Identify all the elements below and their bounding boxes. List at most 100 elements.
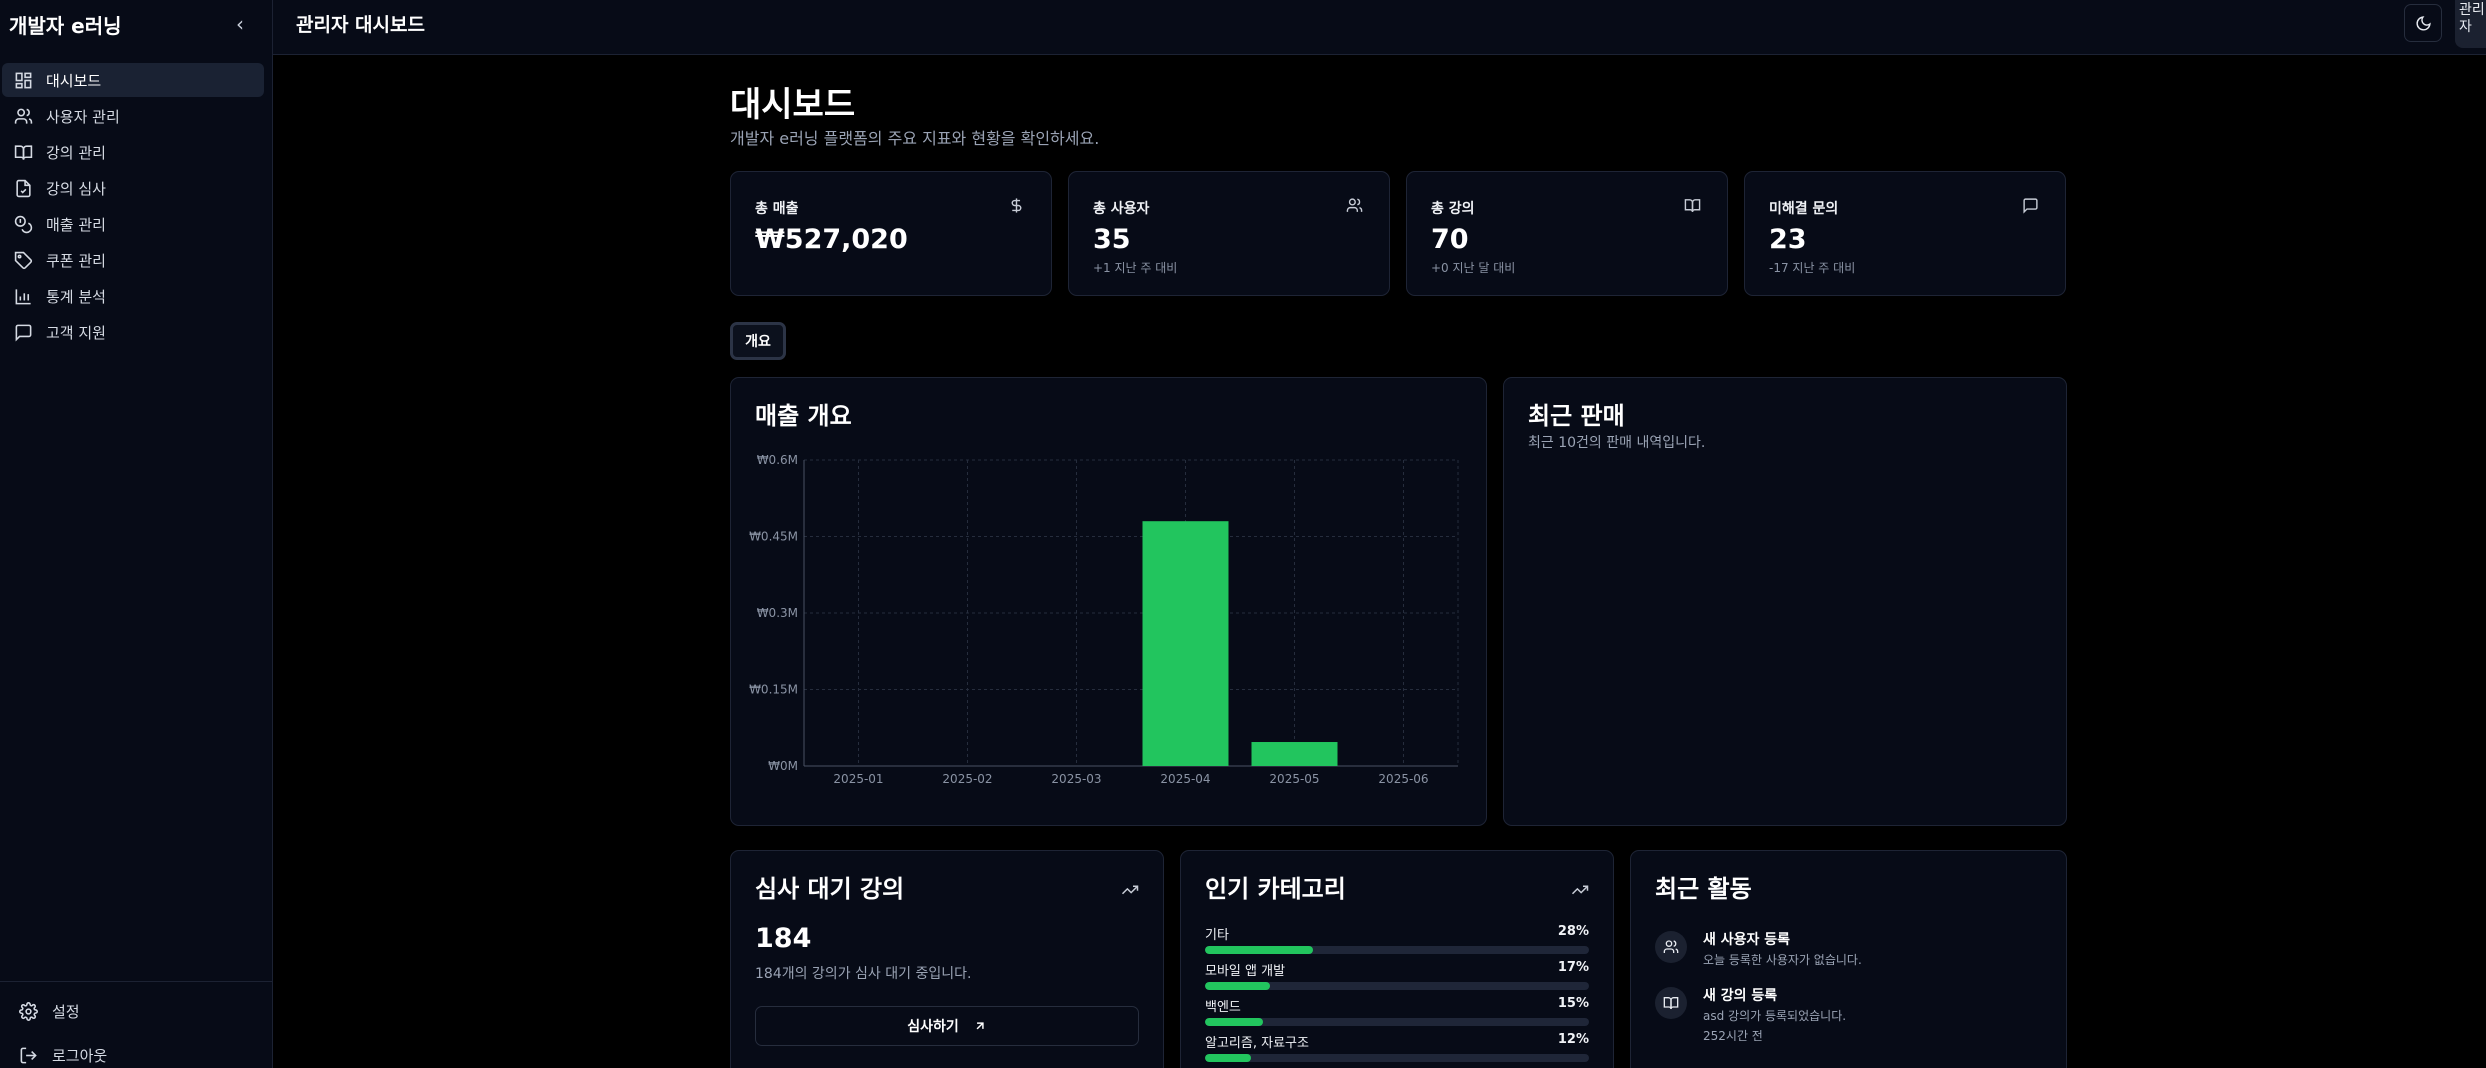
stat-label: 미해결 문의: [1769, 201, 1839, 217]
sidebar-item-label: 강의 관리: [46, 143, 106, 162]
category-progress-track: [1205, 1054, 1589, 1062]
trending-up-icon: [1571, 885, 1589, 895]
tab-overview[interactable]: 개요: [730, 322, 786, 360]
logout-link[interactable]: 로그아웃: [19, 1040, 272, 1068]
pending-review-count: 184: [755, 923, 812, 954]
stat-label: 총 강의: [1431, 201, 1475, 217]
sidebar-nav: 대시보드 사용자 관리 강의 관리 강의 심사 매출 관리 쿠폰 관리 통계 분…: [0, 48, 272, 349]
pending-review-title: 심사 대기 강의: [755, 875, 905, 903]
recent-sales-title: 최근 판매: [1528, 402, 1625, 430]
recent-sales-card: 최근 판매 최근 10건의 판매 내역입니다.: [1503, 377, 2067, 826]
stat-value: 35: [1093, 224, 1131, 255]
sidebar-item-sales[interactable]: 매출 관리: [2, 207, 264, 241]
category-row: 알고리즘, 자료구조 12%: [1205, 1032, 1589, 1062]
sidebar-item-course-review[interactable]: 강의 심사: [2, 171, 264, 205]
review-button[interactable]: 심사하기: [755, 1006, 1139, 1046]
stat-card-courses: 총 강의 70 +0 지난 달 대비: [1406, 171, 1728, 296]
sidebar-item-label: 쿠폰 관리: [46, 251, 106, 270]
category-name: 알고리즘, 자료구조: [1205, 1036, 1309, 1051]
y-tick-label: ₩0.6M: [757, 453, 798, 467]
category-name: 백엔드: [1205, 1000, 1241, 1015]
book-icon: [1663, 997, 1679, 1010]
header-title: 관리자 대시보드: [296, 14, 425, 36]
category-row: 백엔드 15%: [1205, 996, 1589, 1026]
logout-label: 로그아웃: [52, 1046, 108, 1065]
category-progress-track: [1205, 982, 1589, 990]
stat-sub: +0 지난 달 대비: [1431, 261, 1516, 275]
activity-icon-wrap: [1655, 931, 1687, 963]
settings-link[interactable]: 설정: [19, 996, 272, 1026]
sidebar-item-label: 고객 지원: [46, 323, 106, 342]
stat-value: ₩527,020: [755, 224, 908, 255]
users-icon: [1663, 940, 1679, 953]
category-name: 기타: [1205, 928, 1229, 943]
sidebar-item-coupons[interactable]: 쿠폰 관리: [2, 243, 264, 277]
category-progress-fill: [1205, 1018, 1263, 1026]
tag-icon: [14, 251, 33, 269]
stat-label: 총 매출: [755, 201, 799, 217]
x-tick-label: 2025-05: [1269, 772, 1319, 786]
bar-chart-icon: [15, 288, 31, 304]
category-percent: 17%: [1557, 960, 1589, 975]
stat-sub: -17 지난 주 대비: [1769, 261, 1856, 275]
category-progress-fill: [1205, 982, 1271, 990]
category-name: 모바일 앱 개발: [1205, 964, 1286, 979]
stat-card-users: 총 사용자 35 +1 지난 주 대비: [1068, 171, 1390, 296]
category-progress-track: [1205, 946, 1589, 954]
category-percent: 28%: [1557, 924, 1589, 939]
sidebar-header: 개발자 e러닝 ‹: [0, 0, 272, 48]
settings-label: 설정: [52, 1002, 80, 1021]
sidebar-item-label: 매출 관리: [46, 215, 106, 234]
x-tick-label: 2025-02: [942, 772, 992, 786]
sidebar-item-dashboard[interactable]: 대시보드: [2, 63, 264, 97]
book-icon: [1684, 199, 1701, 213]
category-progress-fill: [1205, 1054, 1252, 1062]
category-percent: 15%: [1557, 996, 1589, 1011]
gear-icon: [19, 1001, 38, 1021]
pending-review-card: 심사 대기 강의 184 184개의 강의가 심사 대기 중입니다. 심사하기: [730, 850, 1164, 1068]
y-tick-label: ₩0.15M: [749, 683, 798, 697]
review-button-label: 심사하기: [907, 1019, 959, 1035]
category-row: 기타 28%: [1205, 924, 1589, 954]
y-tick-label: ₩0.3M: [757, 606, 798, 620]
category-header: 알고리즘, 자료구조 12%: [1205, 1032, 1589, 1051]
x-tick-label: 2025-03: [1051, 772, 1101, 786]
recent-activity-card: 최근 활동 새 사용자 등록 오늘 등록한 사용자가 없습니다. 새 강의 등록…: [1630, 850, 2067, 1068]
category-progress-fill: [1205, 946, 1313, 954]
y-tick-label: ₩0M: [768, 759, 798, 773]
message-icon: [2023, 198, 2038, 214]
dashboard-icon: [15, 72, 32, 88]
activity-description: asd 강의가 등록되었습니다.: [1703, 1009, 1847, 1023]
collapse-sidebar-icon[interactable]: ‹: [236, 14, 244, 34]
sidebar-item-label: 대시보드: [46, 71, 102, 90]
sidebar-item-courses[interactable]: 강의 관리: [2, 135, 264, 169]
category-header: 백엔드 15%: [1205, 996, 1589, 1015]
activity-icon-wrap: [1655, 987, 1687, 1019]
stat-value: 23: [1769, 224, 1807, 255]
sidebar-item-users[interactable]: 사용자 관리: [2, 99, 264, 133]
y-tick-label: ₩0.45M: [749, 530, 798, 544]
x-tick-label: 2025-06: [1378, 772, 1428, 786]
pending-review-description: 184개의 강의가 심사 대기 중입니다.: [755, 966, 972, 982]
avatar[interactable]: 관리자: [2455, 0, 2486, 48]
bar-2025-04: [1142, 521, 1229, 766]
arrow-up-right-icon: [976, 1022, 984, 1030]
popular-categories-title: 인기 카테고리: [1205, 875, 1346, 903]
theme-toggle-button[interactable]: [2404, 4, 2442, 42]
sidebar-footer: 설정 로그아웃: [0, 981, 272, 1068]
stat-card-inquiries: 미해결 문의 23 -17 지난 주 대비: [1744, 171, 2066, 296]
recent-activity-title: 최근 활동: [1655, 875, 1752, 903]
book-icon: [14, 144, 33, 160]
stat-sub: +1 지난 주 대비: [1093, 261, 1178, 275]
sidebar-item-support[interactable]: 고객 지원: [2, 315, 264, 349]
activity-title: 새 사용자 등록: [1703, 932, 1791, 948]
category-header: 모바일 앱 개발 17%: [1205, 960, 1589, 979]
sidebar-item-analytics[interactable]: 통계 분석: [2, 279, 264, 313]
activity-time: 252시간 전: [1703, 1029, 1763, 1043]
stat-value: 70: [1431, 224, 1469, 255]
sales-overview-card: 매출 개요 ₩0M ₩0.15M ₩0.3M ₩0.45M ₩0.6M 2025-01 20…: [730, 377, 1487, 826]
sidebar-item-label: 통계 분석: [46, 287, 106, 306]
file-check-icon: [16, 179, 31, 197]
bar-2025-05: [1251, 742, 1338, 766]
moon-icon: [2416, 15, 2431, 30]
